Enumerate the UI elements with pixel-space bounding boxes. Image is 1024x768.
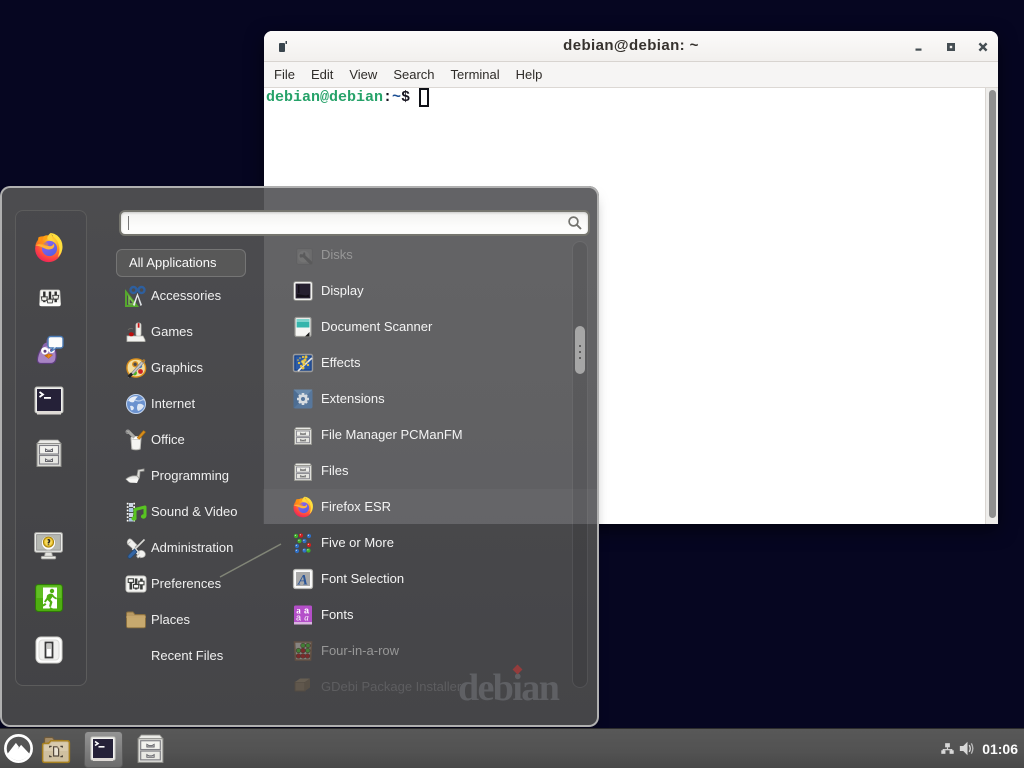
svg-text:a: a bbox=[296, 613, 301, 623]
svg-text:A: A bbox=[297, 573, 308, 589]
svg-text:a: a bbox=[304, 613, 309, 623]
